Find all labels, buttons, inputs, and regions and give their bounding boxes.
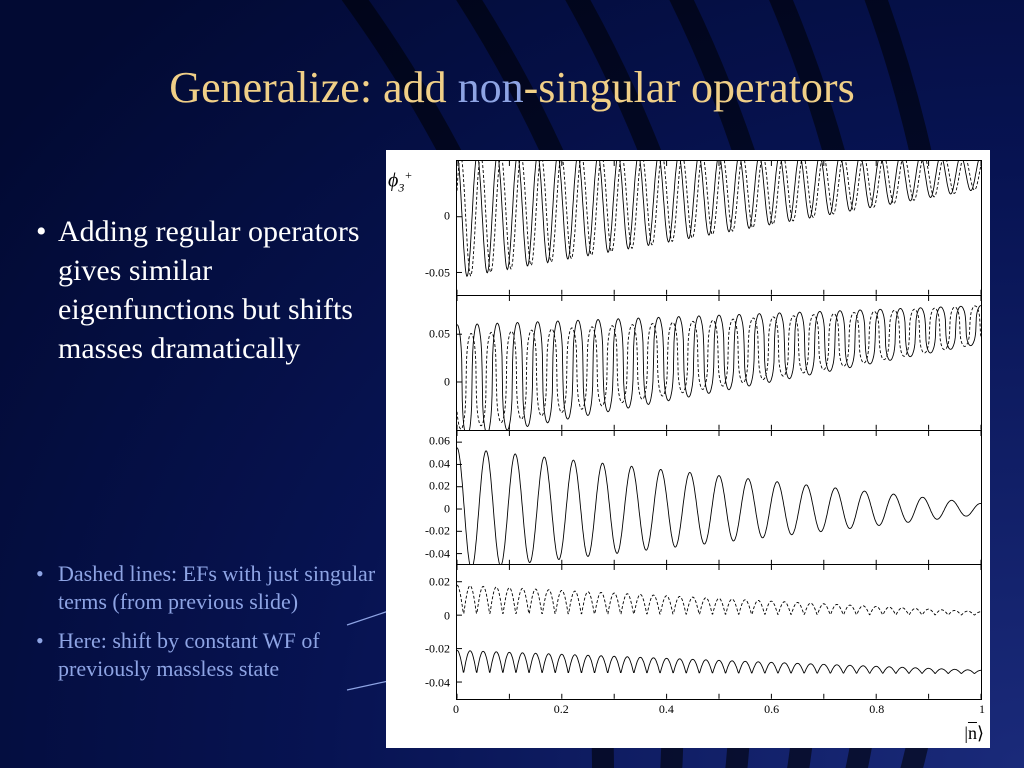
- chart-panel-1: [457, 161, 981, 296]
- note-bullet-1: Dashed lines: EFs with just singular ter…: [36, 560, 376, 615]
- note-bullet-2: Here: shift by constant WF of previously…: [36, 627, 376, 682]
- chart-panel-4: [457, 565, 981, 699]
- notes-bullet-list: Dashed lines: EFs with just singular ter…: [36, 560, 376, 694]
- y-axis-ticks: 0-0.050.0500.060.040.020-0.02-0.040.020-…: [386, 160, 456, 700]
- x-axis-label: |n⟩: [964, 723, 984, 744]
- eigenfunction-chart: ϕ3+ 0-0.050.0500.060.040.020-0.02-0.040.…: [386, 150, 990, 748]
- chart-panel-3: [457, 431, 981, 566]
- title-part-1: Generalize: add: [169, 63, 457, 112]
- main-bullet: Adding regular operators gives similar e…: [36, 212, 366, 368]
- x-axis-ticks: 00.20.40.60.81: [456, 702, 982, 718]
- main-bullet-list: Adding regular operators gives similar e…: [36, 212, 366, 368]
- title-part-3: -singular operators: [524, 63, 855, 112]
- slide-title: Generalize: add non-singular operators: [0, 62, 1024, 113]
- chart-panel-2: [457, 296, 981, 431]
- title-part-2: non: [458, 63, 524, 112]
- chart-panels: [456, 160, 982, 700]
